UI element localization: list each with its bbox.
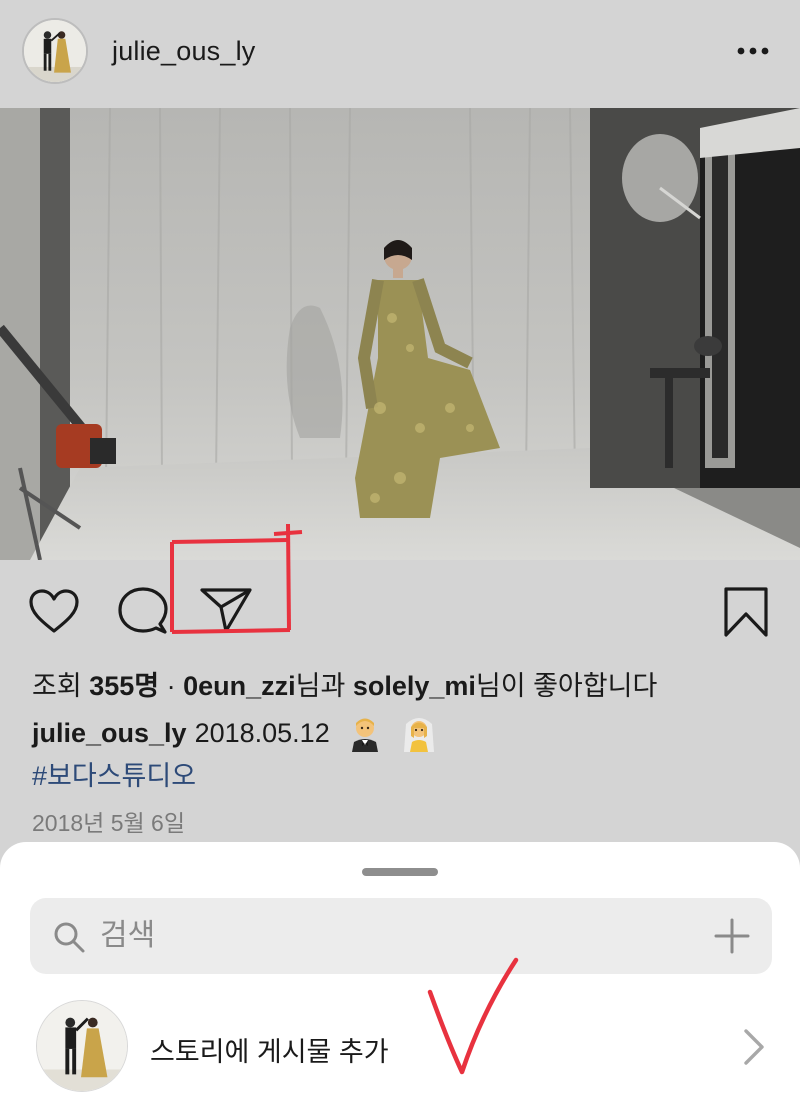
sheet-drag-handle[interactable] <box>362 868 438 876</box>
bride-emoji-icon <box>400 714 438 752</box>
likes-summary: 조회 355명 · 0eun_zzi님과 solely_mi님이 좋아합니다 <box>32 664 657 703</box>
search-bar <box>30 898 772 974</box>
more-horizontal-icon <box>737 47 769 55</box>
groom-emoji-icon <box>346 714 384 752</box>
post-photo <box>0 108 800 560</box>
liker-username-2[interactable]: solely_mi <box>353 671 476 701</box>
views-label: 조회 <box>32 671 82 701</box>
separator-dot: · <box>159 671 184 701</box>
post-date: 2018년 5월 6일 <box>32 810 186 836</box>
liker-username-1[interactable]: 0eun_zzi <box>183 671 296 701</box>
search-input[interactable] <box>100 912 700 960</box>
bookmark-icon <box>724 587 768 637</box>
profile-avatar[interactable] <box>22 18 88 84</box>
liker-suffix-1: 님과 <box>295 671 353 701</box>
comment-icon <box>118 587 168 634</box>
views-count[interactable]: 355명 <box>89 671 159 701</box>
hashtag-link[interactable]: #보다스튜디오 <box>32 754 196 793</box>
chevron-right-icon <box>740 1028 768 1066</box>
like-button[interactable] <box>26 585 82 637</box>
share-bottom-sheet: 스토리에 게시물 추가 <box>0 842 800 1111</box>
story-thumbnail-image <box>37 1001 127 1091</box>
save-button[interactable] <box>718 584 774 640</box>
story-thumbnail <box>36 1000 128 1092</box>
add-to-story-label: 스토리에 게시물 추가 <box>150 1037 389 1067</box>
caption-text: 2018.05.12 <box>194 717 330 748</box>
checkmark-annotation <box>420 952 530 1082</box>
avatar-image <box>24 20 86 82</box>
caption: julie_ous_ly 2018.05.12 <box>32 714 438 752</box>
heart-icon <box>29 589 79 633</box>
post-header: julie_ous_ly <box>0 0 800 108</box>
post-username[interactable]: julie_ous_ly <box>112 36 256 67</box>
red-check-mark <box>427 957 519 1075</box>
add-to-story-row[interactable]: 스토리에 게시물 추가 <box>0 992 800 1102</box>
post-action-bar <box>0 523 800 660</box>
red-rectangle-mark <box>170 523 303 634</box>
more-options-button[interactable] <box>728 36 778 66</box>
highlight-box-annotation <box>170 523 303 634</box>
comment-button[interactable] <box>114 585 170 637</box>
caption-username[interactable]: julie_ous_ly <box>32 718 187 749</box>
post-video[interactable] <box>0 108 800 560</box>
liker-suffix-2: 님이 좋아합니다 <box>475 671 658 701</box>
add-icon[interactable] <box>714 918 750 954</box>
search-icon <box>52 920 86 954</box>
